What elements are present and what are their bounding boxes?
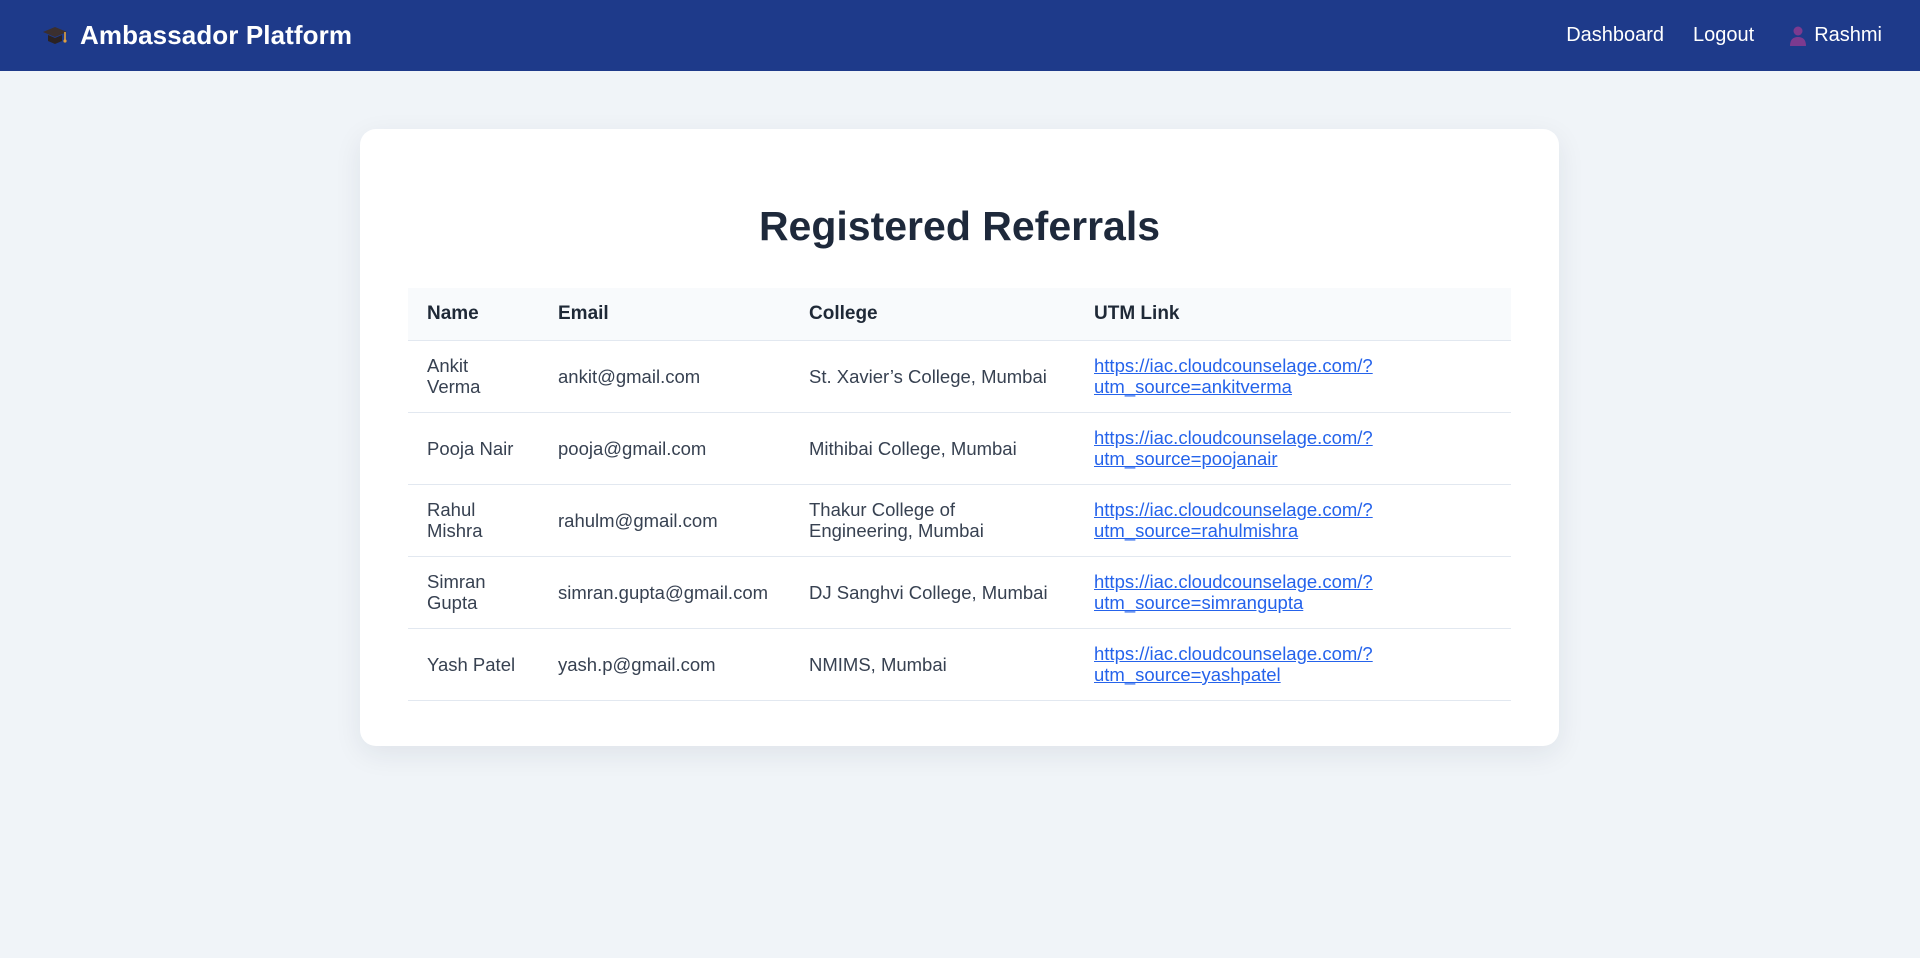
cell-college: St. Xavier’s College, Mumbai	[790, 340, 1075, 413]
referrals-card: Registered Referrals Name Email College …	[360, 129, 1559, 746]
utm-link[interactable]: https://iac.cloudcounselage.com/?utm_sou…	[1094, 427, 1373, 469]
nav-logout-link[interactable]: Logout	[1693, 24, 1754, 47]
cell-utm: https://iac.cloudcounselage.com/?utm_sou…	[1075, 340, 1511, 413]
column-header-email: Email	[539, 288, 790, 341]
table-row: Yash Patel yash.p@gmail.com NMIMS, Mumba…	[408, 628, 1511, 701]
cell-name: Ankit Verma	[408, 340, 539, 413]
table-row: Ankit Verma ankit@gmail.com St. Xavier’s…	[408, 340, 1511, 413]
table-header-row: Name Email College UTM Link	[408, 288, 1511, 341]
cell-email: rahulm@gmail.com	[539, 484, 790, 557]
cell-utm: https://iac.cloudcounselage.com/?utm_sou…	[1075, 628, 1511, 701]
table-row: Pooja Nair pooja@gmail.com Mithibai Coll…	[408, 412, 1511, 485]
cell-email: ankit@gmail.com	[539, 340, 790, 413]
cell-name: Rahul Mishra	[408, 484, 539, 557]
nav-links: Dashboard Logout Rashmi	[1537, 24, 1882, 47]
table-row: Rahul Mishra rahulm@gmail.com Thakur Col…	[408, 484, 1511, 557]
column-header-name: Name	[408, 288, 539, 341]
utm-link[interactable]: https://iac.cloudcounselage.com/?utm_sou…	[1094, 571, 1373, 613]
cell-name: Pooja Nair	[408, 412, 539, 485]
cell-email: pooja@gmail.com	[539, 412, 790, 485]
cell-college: Thakur College of Engineering, Mumbai	[790, 484, 1075, 557]
person-icon	[1788, 25, 1808, 47]
cell-college: DJ Sanghvi College, Mumbai	[790, 556, 1075, 629]
cell-email: simran.gupta@gmail.com	[539, 556, 790, 629]
cell-email: yash.p@gmail.com	[539, 628, 790, 701]
cell-name: Simran Gupta	[408, 556, 539, 629]
cell-name: Yash Patel	[408, 628, 539, 701]
top-navbar: Ambassador Platform Dashboard Logout Ras…	[0, 0, 1920, 71]
utm-link[interactable]: https://iac.cloudcounselage.com/?utm_sou…	[1094, 643, 1373, 685]
page-title: Registered Referrals	[758, 203, 1161, 249]
cell-college: Mithibai College, Mumbai	[790, 412, 1075, 485]
column-header-utm-link: UTM Link	[1075, 288, 1511, 341]
referrals-table: Name Email College UTM Link Ankit Verma …	[408, 288, 1511, 701]
utm-link[interactable]: https://iac.cloudcounselage.com/?utm_sou…	[1094, 355, 1373, 397]
cell-utm: https://iac.cloudcounselage.com/?utm_sou…	[1075, 556, 1511, 629]
nav-dashboard-link[interactable]: Dashboard	[1566, 24, 1664, 47]
utm-link[interactable]: https://iac.cloudcounselage.com/?utm_sou…	[1094, 499, 1373, 541]
brand[interactable]: Ambassador Platform	[42, 20, 352, 51]
graduation-cap-icon	[42, 23, 68, 49]
brand-title: Ambassador Platform	[80, 20, 353, 50]
cell-utm: https://iac.cloudcounselage.com/?utm_sou…	[1075, 412, 1511, 485]
user-name: Rashmi	[1814, 24, 1882, 46]
cell-utm: https://iac.cloudcounselage.com/?utm_sou…	[1075, 484, 1511, 557]
user-profile[interactable]: Rashmi	[1788, 24, 1882, 47]
column-header-college: College	[790, 288, 1075, 341]
table-row: Simran Gupta simran.gupta@gmail.com DJ S…	[408, 556, 1511, 629]
cell-college: NMIMS, Mumbai	[790, 628, 1075, 701]
